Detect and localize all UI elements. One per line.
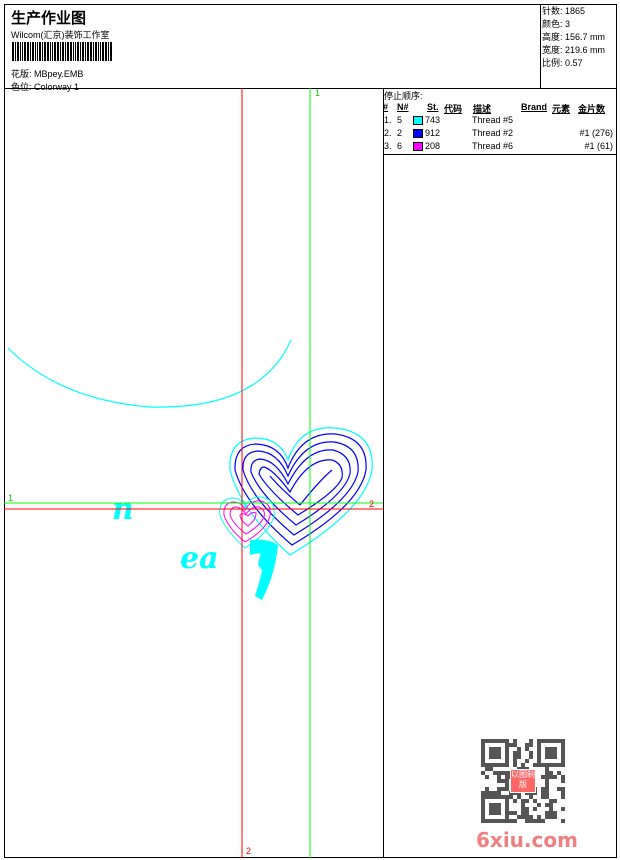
stop-sequence-title: 停止顺序: <box>384 91 423 101</box>
row-sequins: #1 (61) <box>584 141 613 151</box>
row-desc: Thread #2 <box>472 128 514 138</box>
header: 生产作业图 Wilcom(汇京)装饰工作室 花版: MBpey.EMB 色位: … <box>4 4 541 92</box>
table-row: 1. 5 743 Thread #5 <box>383 115 617 128</box>
qr-stamp: 以图制版 <box>510 769 536 793</box>
col-brand: Brand <box>521 102 548 112</box>
watermark-logo: 6xiu.com <box>476 828 578 852</box>
marker-2-bottom: 2 <box>246 846 252 856</box>
stats-panel: 针数: 1865 颜色: 3 高度: 156.7 mm 宽度: 219.6 mm… <box>540 4 617 89</box>
row-num: 1. <box>384 115 392 125</box>
row-desc: Thread #5 <box>472 115 514 125</box>
color-swatch <box>413 116 423 125</box>
col-code: 代码 <box>444 104 463 114</box>
studio-name: Wilcom(汇京)装饰工作室 <box>11 30 110 40</box>
marker-1-left: 1 <box>8 493 14 503</box>
table-row: 3. 6 208 Thread #6 #1 (61) <box>383 141 617 154</box>
stat-width: 宽度: 219.6 mm <box>542 45 606 55</box>
table-row: 2. 2 912 Thread #2 #1 (276) <box>383 128 617 141</box>
row-code: 912 <box>425 128 441 138</box>
col-element: 元素 <box>552 104 571 114</box>
embroidery-preview: n ea <box>4 88 383 858</box>
blue-heart <box>229 427 373 556</box>
col-st: St. <box>427 102 439 112</box>
stat-colors: 颜色: 3 <box>542 19 571 29</box>
row-sequins: #1 (276) <box>579 128 613 138</box>
stop-sequence-table: 停止顺序: # N# St. 代码 描述 Brand 元素 金片数 1. 5 7… <box>383 88 617 155</box>
row-desc: Thread #6 <box>472 141 514 151</box>
stat-height: 高度: 156.7 mm <box>542 32 606 42</box>
row-code: 743 <box>425 115 441 125</box>
color-swatch <box>413 129 423 138</box>
marker-1-top: 1 <box>315 88 321 98</box>
design-file: 花版: MBpey.EMB <box>11 69 84 79</box>
stat-stitches: 针数: 1865 <box>542 6 586 16</box>
row-n: 2 <box>397 128 403 138</box>
color-swatch <box>413 142 423 151</box>
stat-scale: 比例: 0.57 <box>542 58 583 68</box>
row-n: 6 <box>397 141 403 151</box>
col-num: # <box>383 102 389 112</box>
qr-code: 以图制版 <box>481 739 565 823</box>
barcode <box>12 42 125 61</box>
row-num: 3. <box>384 141 392 151</box>
row-code: 208 <box>425 141 441 151</box>
col-sequins: 金片数 <box>578 104 606 114</box>
svg-text:ea: ea <box>180 541 219 576</box>
cyan-arc <box>7 339 292 408</box>
design-canvas: n ea 1 1 2 2 <box>4 88 384 858</box>
col-n: N# <box>397 102 409 112</box>
marker-2-right: 2 <box>369 499 375 509</box>
page-title: 生产作业图 <box>11 10 87 27</box>
row-num: 2. <box>384 128 392 138</box>
row-n: 5 <box>397 115 403 125</box>
col-desc: 描述 <box>473 104 492 114</box>
